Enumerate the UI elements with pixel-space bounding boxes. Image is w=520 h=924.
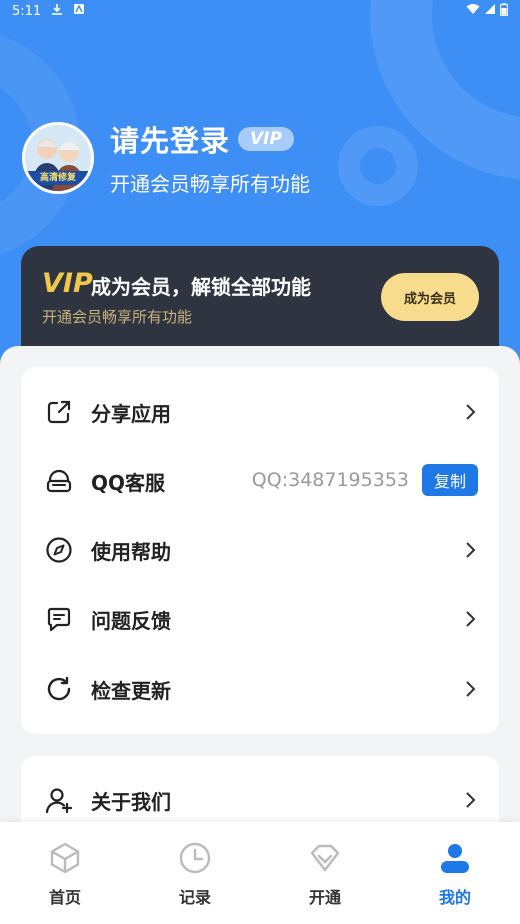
menu-item-label: QQ客服 [91, 470, 166, 495]
vip-banner-subtitle: 开通会员畅享所有功能 [42, 308, 193, 326]
tab-mine[interactable]: 我的 [390, 822, 520, 924]
compass-icon [45, 536, 73, 564]
vip-badge: VIP [238, 127, 294, 151]
become-member-button[interactable]: 成为会员 [381, 273, 479, 321]
avatar[interactable]: 高清修复 [22, 121, 94, 194]
download-icon [51, 3, 63, 19]
user-add-icon [45, 786, 73, 814]
chevron-right-icon [466, 542, 476, 558]
person-icon [437, 840, 473, 876]
menu-item-about[interactable]: 关于我们 [21, 775, 499, 825]
tab-label: 开通 [308, 888, 341, 907]
menu-item-label: 分享应用 [91, 401, 171, 426]
bottom-tab-bar: 首页 记录 开通 我的 [0, 822, 520, 924]
vip-logo-text: VIP [42, 268, 93, 299]
tab-subscribe[interactable]: 开通 [260, 822, 390, 924]
profile-subtitle: 开通会员畅享所有功能 [110, 172, 310, 196]
wifi-icon [466, 3, 480, 19]
chevron-right-icon [466, 404, 476, 420]
qq-number: QQ:3487195353 [251, 469, 409, 491]
menu-card: 分享应用 QQ客服 QQ:3487195353 复制 使用帮助 问题反馈 检查更… [21, 367, 499, 734]
menu-item-check-update[interactable]: 检查更新 [21, 664, 499, 714]
chevron-right-icon [466, 792, 476, 808]
status-time: 5:11 [12, 3, 42, 19]
share-icon [45, 398, 73, 426]
profile-section[interactable]: 高清修复 请先登录 VIP 开通会员畅享所有功能 [22, 118, 310, 197]
tab-label: 首页 [48, 888, 81, 907]
avatar-badge-text: 高清修复 [25, 170, 91, 185]
clock-icon [177, 840, 213, 876]
headset-icon [45, 467, 73, 495]
menu-item-feedback[interactable]: 问题反馈 [21, 594, 499, 644]
login-prompt[interactable]: 请先登录 [110, 118, 230, 160]
notification-icon [73, 3, 85, 19]
menu-item-label: 问题反馈 [91, 608, 171, 633]
menu-item-label: 检查更新 [91, 678, 171, 703]
chevron-right-icon [466, 611, 476, 627]
diamond-icon [307, 840, 343, 876]
battery-icon [499, 2, 509, 20]
tab-home[interactable]: 首页 [0, 822, 130, 924]
copy-button[interactable]: 复制 [422, 464, 478, 496]
refresh-icon [45, 675, 73, 703]
tab-label: 我的 [438, 888, 471, 907]
vip-banner-title: 成为会员，解锁全部功能 [91, 275, 311, 299]
status-bar: 5:11 [0, 0, 520, 22]
menu-item-label: 使用帮助 [91, 539, 171, 564]
tab-records[interactable]: 记录 [130, 822, 260, 924]
signal-icon [484, 3, 496, 19]
menu-item-qq-service[interactable]: QQ客服 QQ:3487195353 复制 [21, 456, 499, 506]
menu-item-label: 关于我们 [91, 789, 171, 814]
message-icon [45, 605, 73, 633]
menu-item-help[interactable]: 使用帮助 [21, 525, 499, 575]
decor-ring [338, 126, 418, 206]
chevron-right-icon [466, 681, 476, 697]
menu-item-share[interactable]: 分享应用 [21, 387, 499, 437]
cube-icon [47, 840, 83, 876]
tab-label: 记录 [178, 888, 211, 907]
